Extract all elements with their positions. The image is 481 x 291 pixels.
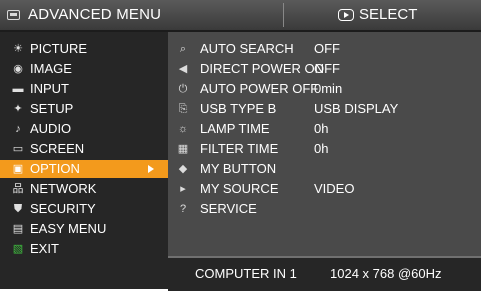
- option-label: FILTER TIME: [200, 141, 279, 156]
- option-label: SERVICE: [200, 201, 257, 216]
- option-value: OFF: [314, 61, 340, 76]
- auto-search-icon: ⌕: [179, 43, 187, 55]
- option-submenu: ⌕ AUTO SEARCH OFF ◀ DIRECT POWER ON OFF …: [168, 32, 481, 256]
- screen-icon: ▭: [12, 143, 24, 155]
- option-label: MY SOURCE: [200, 181, 279, 196]
- menu-item-label: OPTION: [30, 161, 80, 176]
- menu-item-label: SETUP: [30, 101, 74, 116]
- option-label: LAMP TIME: [200, 121, 270, 136]
- select-icon: [338, 9, 354, 21]
- filter-time-icon: ▦: [177, 143, 189, 155]
- menu-item-screen[interactable]: ▭ SCREEN: [0, 140, 168, 158]
- menu-item-audio[interactable]: ♪ AUDIO: [0, 120, 168, 138]
- my-button-icon: ◆: [178, 163, 188, 175]
- menu-item-label: EASY MENU: [30, 221, 107, 236]
- submenu-arrow-icon: [148, 165, 154, 173]
- auto-power-off-icon: ⏻: [178, 83, 188, 95]
- network-icon: 品: [12, 183, 24, 195]
- menu-item-label: EXIT: [30, 241, 59, 256]
- service-icon: ?: [179, 203, 187, 215]
- security-icon: ⛊: [13, 203, 23, 215]
- option-value: 0h: [314, 141, 329, 156]
- menu-item-label: NETWORK: [30, 181, 97, 196]
- select-hint: SELECT: [359, 6, 418, 23]
- signal-status-bar: COMPUTER IN 1 1024 x 768 @60Hz: [168, 256, 481, 291]
- direct-power-on-icon: ◀: [178, 63, 188, 75]
- option-value: 0min: [314, 81, 343, 96]
- option-label: USB TYPE B: [200, 101, 277, 116]
- menu-item-picture[interactable]: ☀ PICTURE: [0, 40, 168, 58]
- option-label: MY BUTTON: [200, 161, 277, 176]
- option-value: USB DISPLAY: [314, 101, 399, 116]
- menu-item-label: INPUT: [30, 81, 69, 96]
- option-value: OFF: [314, 41, 340, 56]
- exit-icon: ▧: [12, 243, 24, 255]
- option-row-usb-type-b[interactable]: ⎘ USB TYPE B USB DISPLAY: [168, 100, 481, 118]
- option-row-lamp-time[interactable]: ☼ LAMP TIME 0h: [168, 120, 481, 138]
- option-label: AUTO POWER OFF: [200, 81, 319, 96]
- option-label: DIRECT POWER ON: [200, 61, 324, 76]
- menu-item-image[interactable]: ◉ IMAGE: [0, 60, 168, 78]
- lamp-time-icon: ☼: [177, 123, 189, 135]
- menu-item-exit[interactable]: ▧ EXIT: [0, 240, 168, 258]
- menu-item-label: IMAGE: [30, 61, 72, 76]
- menu-item-setup[interactable]: ✦ SETUP: [0, 100, 168, 118]
- menu-item-network[interactable]: 品 NETWORK: [0, 180, 168, 198]
- projector-osd: ADVANCED MENU SELECT ☀ PICTURE ◉ IMAGE ▬…: [0, 0, 481, 291]
- menu-item-label: PICTURE: [30, 41, 88, 56]
- menu-title: ADVANCED MENU: [28, 6, 162, 23]
- option-row-direct-power-on[interactable]: ◀ DIRECT POWER ON OFF: [168, 60, 481, 78]
- menu-icon: [7, 10, 20, 20]
- header-divider: [283, 3, 284, 27]
- input-icon: ▬: [12, 83, 24, 95]
- picture-icon: ☀: [13, 43, 23, 55]
- menu-header: ADVANCED MENU SELECT: [0, 0, 481, 32]
- menu-item-option[interactable]: ▣ OPTION: [0, 160, 168, 178]
- menu-item-label: SECURITY: [30, 201, 96, 216]
- signal-resolution-status: 1024 x 768 @60Hz: [330, 266, 442, 281]
- option-value: VIDEO: [314, 181, 355, 196]
- audio-icon: ♪: [15, 123, 21, 135]
- my-source-icon: ▸: [180, 183, 186, 195]
- option-icon: ▣: [12, 163, 24, 175]
- main-menu: ☀ PICTURE ◉ IMAGE ▬ INPUT ✦ SETUP ♪ AUDI…: [0, 32, 168, 289]
- image-icon: ◉: [13, 63, 23, 75]
- easy-menu-icon: ▤: [12, 223, 24, 235]
- option-row-auto-power-off[interactable]: ⏻ AUTO POWER OFF 0min: [168, 80, 481, 98]
- menu-item-input[interactable]: ▬ INPUT: [0, 80, 168, 98]
- option-row-service[interactable]: ? SERVICE: [168, 200, 481, 218]
- menu-item-security[interactable]: ⛊ SECURITY: [0, 200, 168, 218]
- menu-item-label: AUDIO: [30, 121, 72, 136]
- option-value: 0h: [314, 121, 329, 136]
- option-row-auto-search[interactable]: ⌕ AUTO SEARCH OFF: [168, 40, 481, 58]
- option-row-my-source[interactable]: ▸ MY SOURCE VIDEO: [168, 180, 481, 198]
- option-row-filter-time[interactable]: ▦ FILTER TIME 0h: [168, 140, 481, 158]
- menu-item-easy-menu[interactable]: ▤ EASY MENU: [0, 220, 168, 238]
- usb-type-b-icon: ⎘: [178, 103, 188, 115]
- menu-item-label: SCREEN: [30, 141, 85, 156]
- input-source-status: COMPUTER IN 1: [195, 266, 297, 281]
- setup-icon: ✦: [13, 103, 23, 115]
- option-label: AUTO SEARCH: [200, 41, 294, 56]
- option-row-my-button[interactable]: ◆ MY BUTTON: [168, 160, 481, 178]
